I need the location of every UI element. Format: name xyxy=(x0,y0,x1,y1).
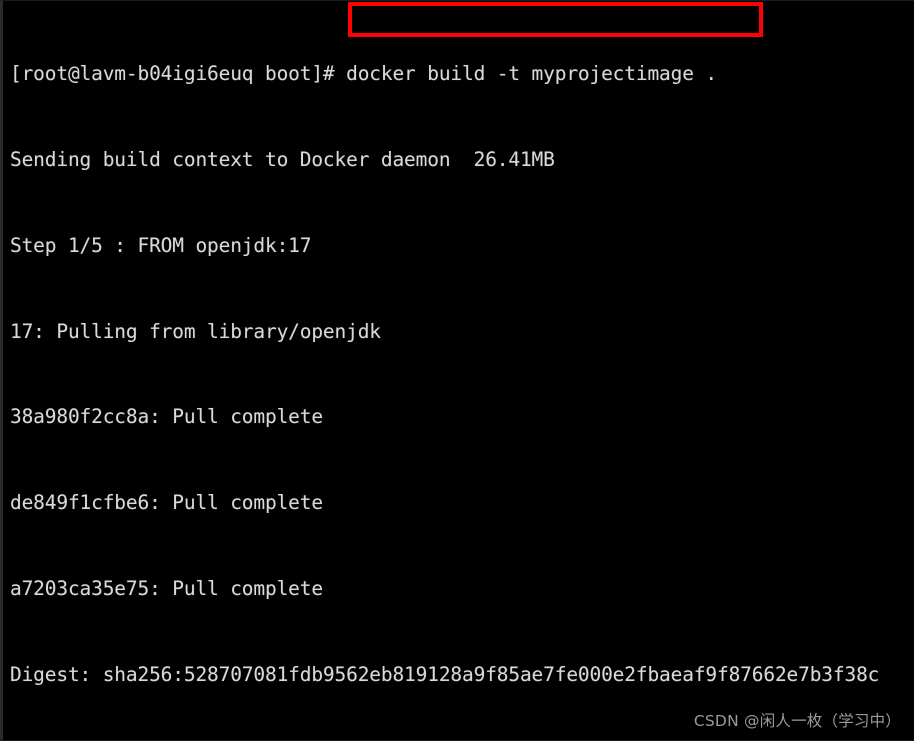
terminal-line: Step 1/5 : FROM openjdk:17 xyxy=(10,233,312,257)
terminal-window[interactable]: [root@lavm-b04igi6euq boot]# docker buil… xyxy=(0,0,914,741)
terminal-line: 17: Pulling from library/openjdk xyxy=(10,319,381,343)
terminal-line: Digest: sha256:528707081fdb9562eb819128a… xyxy=(10,662,880,686)
terminal-line: [root@lavm-b04igi6euq boot]# docker buil… xyxy=(10,62,717,86)
terminal-line: Sending build context to Docker daemon 2… xyxy=(10,147,555,171)
csdn-watermark: CSDN @闲人一枚（学习中） xyxy=(693,712,901,730)
terminal-line: 38a980f2cc8a: Pull complete xyxy=(10,405,323,429)
terminal-output-log: [root@lavm-b04igi6euq boot]# docker buil… xyxy=(10,3,914,740)
terminal-line: a7203ca35e75: Pull complete xyxy=(10,576,323,600)
terminal-line: de849f1cfbe6: Pull complete xyxy=(10,491,323,515)
